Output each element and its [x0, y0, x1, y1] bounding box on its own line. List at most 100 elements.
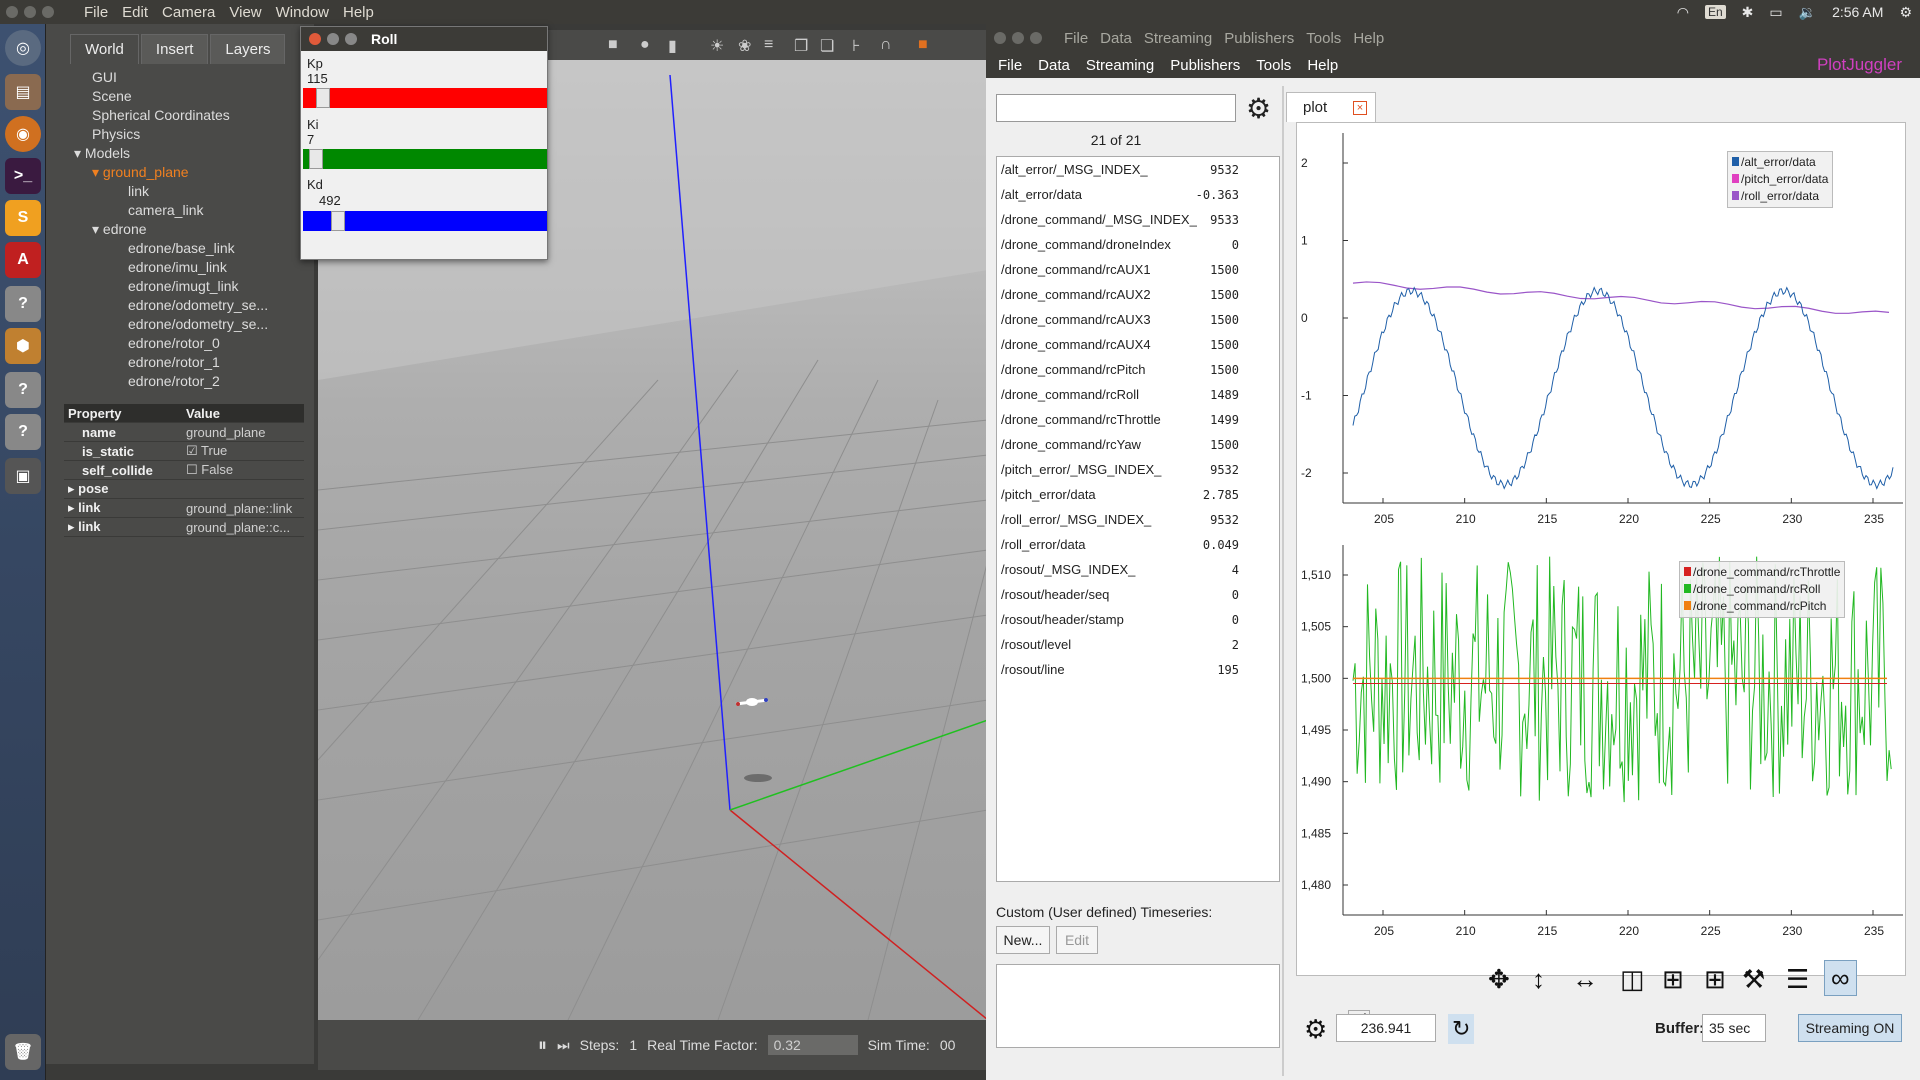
- tree-item[interactable]: edrone/base_link: [74, 239, 268, 258]
- curve-row[interactable]: /drone_command/rcYaw 1500: [997, 432, 1279, 457]
- settings-gear-icon[interactable]: ⚙: [1899, 4, 1912, 21]
- tree-item[interactable]: edrone/rotor_1: [74, 353, 268, 372]
- curve-row[interactable]: /rosout/_MSG_INDEX_ 4: [997, 557, 1279, 582]
- close-window-icon[interactable]: [6, 6, 18, 18]
- curve-row[interactable]: /drone_command/rcAUX4 1500: [997, 332, 1279, 357]
- maximize-window-icon[interactable]: [42, 6, 54, 18]
- zoom-horizontal-icon[interactable]: ↔: [1572, 964, 1598, 994]
- settings-gear-icon[interactable]: ⚙: [1304, 1014, 1327, 1044]
- split-vertical-icon[interactable]: ◫: [1620, 964, 1645, 994]
- menu-publishers[interactable]: Publishers: [1170, 57, 1240, 74]
- tree-item[interactable]: edrone/rotor_2: [74, 372, 268, 391]
- time-value[interactable]: 236.941: [1336, 1014, 1436, 1042]
- title-menu-tools[interactable]: Tools: [1306, 30, 1341, 47]
- curve-list[interactable]: /alt_error/_MSG_INDEX_ 9532/alt_error/dat…: [996, 156, 1280, 882]
- workspace-icon[interactable]: ▣: [5, 458, 41, 494]
- tab-layers[interactable]: Layers: [210, 34, 286, 64]
- software-center-icon[interactable]: A: [5, 242, 41, 278]
- unknown-app-icon[interactable]: ?: [5, 372, 41, 408]
- new-custom-button[interactable]: New...: [996, 926, 1050, 954]
- bluetooth-icon[interactable]: ✱: [1742, 4, 1754, 21]
- tree-item[interactable]: ▾ ground_plane: [74, 163, 268, 182]
- ki-slider[interactable]: [303, 149, 547, 169]
- expand-arrow-icon[interactable]: ▾: [74, 145, 85, 161]
- menu-help[interactable]: Help: [343, 4, 374, 21]
- property-value[interactable]: ground_plane::link: [182, 501, 304, 516]
- title-menu-streaming[interactable]: Streaming: [1144, 30, 1212, 47]
- custom-timeseries-list[interactable]: [996, 964, 1280, 1048]
- directional-light-icon[interactable]: ≡: [764, 36, 773, 54]
- align-icon[interactable]: ⊦: [852, 36, 860, 56]
- legend-entry[interactable]: /drone_command/rcRoll: [1684, 581, 1840, 598]
- minimize-window-icon[interactable]: [24, 6, 36, 18]
- tree-item[interactable]: edrone/odometry_se...: [74, 315, 268, 334]
- expand-arrow-icon[interactable]: ▾: [92, 221, 103, 237]
- close-icon[interactable]: [994, 32, 1006, 44]
- plot-area[interactable]: 205 210 215 220 225 230 235 2 1 0 -1 -2 205 210 215 22…: [1296, 122, 1906, 976]
- menu-view[interactable]: View: [229, 4, 261, 21]
- tree-item[interactable]: Scene: [74, 87, 268, 106]
- box-shape-icon[interactable]: ■: [608, 36, 618, 54]
- property-value[interactable]: ☐ False: [182, 462, 304, 478]
- curve-row[interactable]: /rosout/level 2: [997, 632, 1279, 657]
- checkbox-icon[interactable]: ☑: [186, 443, 201, 458]
- kd-slider-handle[interactable]: [331, 211, 345, 231]
- expand-arrow-icon[interactable]: ▸: [68, 500, 78, 515]
- maximize-icon[interactable]: [1030, 32, 1042, 44]
- legend-entry[interactable]: /pitch_error/data: [1732, 171, 1828, 188]
- pause-icon[interactable]: ⏸: [538, 1035, 547, 1056]
- zoom-vertical-icon[interactable]: ↕: [1532, 964, 1545, 994]
- close-icon[interactable]: [309, 33, 321, 45]
- tree-item[interactable]: ▾ Models: [74, 144, 268, 163]
- curve-row[interactable]: /alt_error/_MSG_INDEX_ 9532: [997, 157, 1279, 182]
- steps-value[interactable]: 1: [629, 1037, 637, 1053]
- curve-row[interactable]: /drone_command/rcAUX2 1500: [997, 282, 1279, 307]
- property-value[interactable]: ground_plane: [182, 425, 304, 440]
- curve-row[interactable]: /roll_error/_MSG_INDEX_ 9532: [997, 507, 1279, 532]
- expand-arrow-icon[interactable]: ▸: [68, 481, 78, 496]
- copy-icon[interactable]: ❐: [794, 36, 808, 56]
- screenshot-icon[interactable]: ■: [918, 36, 928, 54]
- clear-icon[interactable]: ⚒: [1742, 964, 1765, 994]
- legend-entry[interactable]: /drone_command/rcPitch: [1684, 598, 1840, 615]
- expand-arrow-icon[interactable]: ▾: [92, 164, 103, 180]
- firefox-icon[interactable]: ◉: [5, 116, 41, 152]
- menu-file[interactable]: File: [998, 57, 1022, 74]
- spot-light-icon[interactable]: ❀: [738, 36, 751, 56]
- curve-row[interactable]: /drone_command/droneIndex 0: [997, 232, 1279, 257]
- sync-icon[interactable]: ↻: [1448, 1014, 1475, 1044]
- kd-slider[interactable]: [303, 211, 547, 231]
- property-row[interactable]: ▸ pose: [64, 480, 304, 499]
- kp-slider-handle[interactable]: [315, 88, 330, 108]
- tree-item[interactable]: edrone/odometry_se...: [74, 296, 268, 315]
- curve-row[interactable]: /rosout/line 195: [997, 657, 1279, 682]
- split-horizontal-icon[interactable]: ⊞: [1662, 964, 1684, 994]
- splitter[interactable]: [1282, 86, 1284, 1076]
- sublime-icon[interactable]: S: [5, 200, 41, 236]
- minimize-icon[interactable]: [1012, 32, 1024, 44]
- keyboard-layout-indicator[interactable]: En: [1704, 5, 1726, 19]
- volume-icon[interactable]: 🔉: [1799, 4, 1816, 21]
- gear-icon[interactable]: ⚙: [1246, 92, 1271, 125]
- legend-entry[interactable]: /drone_command/rcThrottle: [1684, 564, 1840, 581]
- curve-row[interactable]: /alt_error/data -0.363: [997, 182, 1279, 207]
- terminal-icon[interactable]: >_: [5, 158, 41, 194]
- property-row[interactable]: is_static ☑ True: [64, 442, 304, 461]
- property-row[interactable]: name ground_plane: [64, 423, 304, 442]
- battery-icon[interactable]: ▭: [1769, 4, 1782, 21]
- legend-entry[interactable]: /alt_error/data: [1732, 154, 1828, 171]
- link-icon[interactable]: ∞: [1824, 960, 1857, 996]
- title-menu-publishers[interactable]: Publishers: [1224, 30, 1294, 47]
- curve-row[interactable]: /pitch_error/data 2.785: [997, 482, 1279, 507]
- maximize-icon[interactable]: [345, 33, 357, 45]
- menu-help[interactable]: Help: [1307, 57, 1338, 74]
- ubuntu-dash-icon[interactable]: ◎: [5, 30, 41, 66]
- curve-row[interactable]: /rosout/header/seq 0: [997, 582, 1279, 607]
- menu-file[interactable]: File: [84, 4, 108, 21]
- kp-slider[interactable]: [303, 88, 547, 108]
- tree-item[interactable]: edrone/imu_link: [74, 258, 268, 277]
- sphere-shape-icon[interactable]: ●: [640, 36, 650, 54]
- tab-plot[interactable]: plot ×: [1286, 92, 1376, 122]
- curve-row[interactable]: /rosout/header/stamp 0: [997, 607, 1279, 632]
- checkbox-icon[interactable]: ☐: [186, 462, 201, 477]
